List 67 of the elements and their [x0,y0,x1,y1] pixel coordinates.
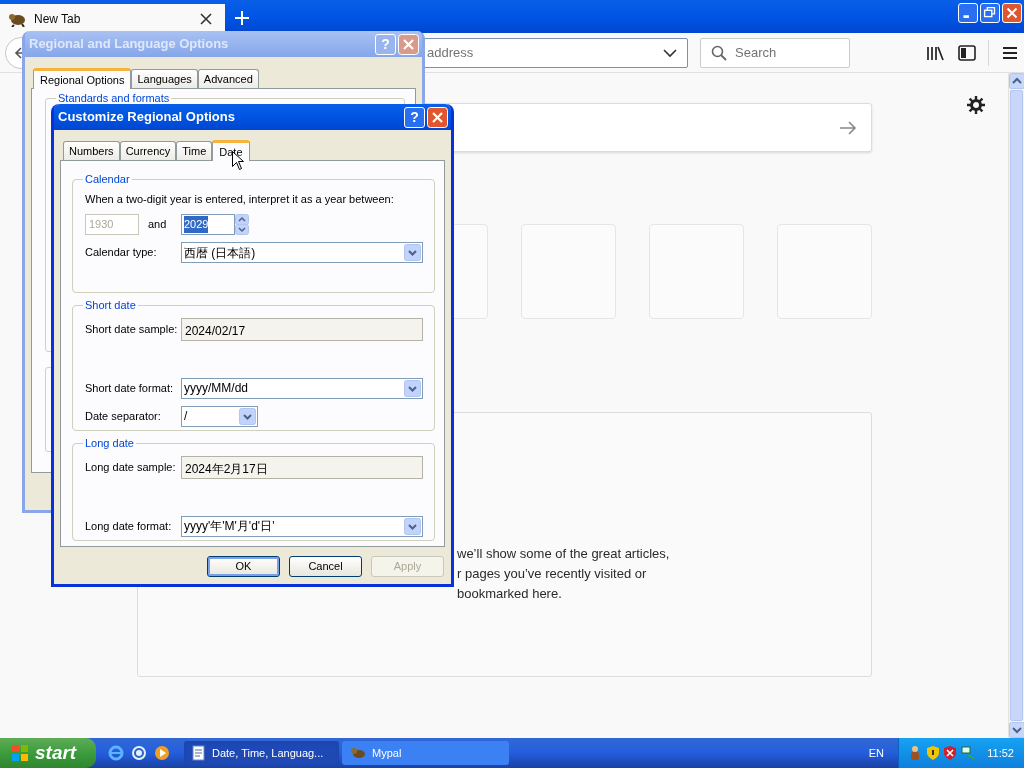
library-icon[interactable] [926,44,944,61]
browser-tab[interactable]: New Tab [0,4,225,33]
instruction-text: When a two-digit year is entered, interpret it as a year between: [85,191,395,207]
help-button[interactable]: ? [404,106,425,128]
shield-icon[interactable] [943,745,957,761]
scrollbar[interactable] [1008,73,1024,738]
scroll-up-icon[interactable] [1009,73,1024,89]
browser-icon[interactable] [108,745,124,761]
group-title: Short date [84,298,137,313]
menu-icon[interactable] [1002,45,1018,60]
field-label: Long date sample: [85,459,177,475]
message-text: bookmarked here. [457,585,563,603]
media-player-icon[interactable] [154,745,170,761]
window-title: Customize Regional Options [58,108,235,127]
message-text: we’ll show some of the great articles, [457,545,671,563]
chevron-down-icon[interactable] [663,47,677,58]
minimize-button[interactable] [958,3,978,23]
close-icon[interactable] [199,11,213,26]
window-title: Regional and Language Options [29,35,229,54]
plus-icon [234,10,250,26]
field-label: Date separator: [85,408,162,424]
dialog-button[interactable]: Cancel [289,556,362,577]
tab[interactable]: Regional Options [33,68,132,89]
and-label: and [148,217,168,233]
taskbar-button[interactable]: Mypal [342,741,509,765]
dropdown[interactable]: yyyy/MM/dd [181,377,423,399]
arrow-right-icon[interactable] [839,119,857,136]
field-label: Short date format: [85,380,175,396]
dialog-button[interactable]: OK [207,556,280,577]
sample-field: 2024年2月17日 [181,455,423,479]
dropdown[interactable]: 西暦 (日本語) [181,242,423,263]
start-button[interactable]: start [0,738,96,768]
taskbar-button[interactable]: Date, Time, Languag... [184,741,339,765]
field-label: Short date sample: [85,321,179,337]
close-button[interactable] [427,106,448,128]
sidebar-icon[interactable] [958,44,976,61]
group-title: Standards and formats [57,91,171,106]
clock: 11:52 [987,745,1014,761]
language-indicator[interactable]: EN [868,744,884,762]
dropdown[interactable]: yyyy'年'M'月'd'日' [181,515,423,537]
group-title: Calendar [84,172,131,187]
dropdown[interactable]: / [181,405,258,427]
tab[interactable]: Time [176,141,213,160]
search-field[interactable]: Search [700,37,850,68]
scroll-thumb[interactable] [1010,90,1023,721]
shield-icon[interactable] [926,745,940,761]
tab[interactable]: Numbers [63,141,120,160]
spinner-icon[interactable] [235,214,249,235]
tab[interactable]: Languages [131,69,198,88]
settings-icon[interactable] [967,96,985,114]
field-label: Long date format: [85,518,173,534]
search-icon [711,44,727,61]
field-label: Calendar type: [85,245,158,261]
new-tab-button[interactable] [233,9,251,27]
scroll-down-icon[interactable] [1009,722,1024,738]
restore-button[interactable] [980,3,1000,23]
message-text: r pages you’ve recently visited or [457,565,648,583]
sample-field: 2024/02/17 [181,317,423,341]
tab[interactable]: Currency [119,141,177,160]
group-title: Long date [84,436,135,451]
close-button[interactable] [398,33,419,55]
year-field[interactable]: 2029 [181,214,235,235]
windows-logo-icon [10,743,30,763]
close-button[interactable] [1002,3,1022,23]
document-icon [192,745,206,761]
tab[interactable]: Advanced [197,69,259,88]
app-icon [350,746,366,760]
